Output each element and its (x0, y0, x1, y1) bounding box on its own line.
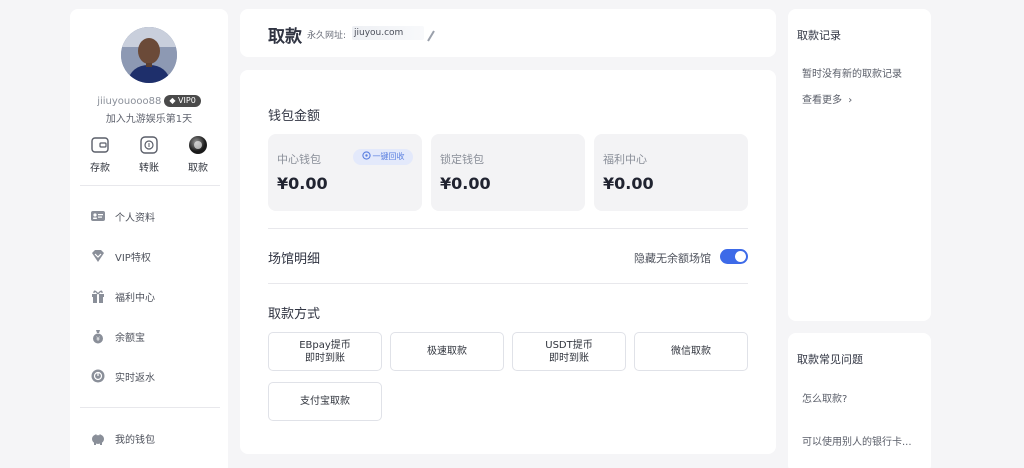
id-card-icon (90, 208, 106, 224)
method-label: USDT提币 (545, 339, 593, 351)
withdraw-faq-panel: 取款常见问题 怎么取款? 可以使用别人的银行卡... (788, 333, 931, 468)
quick-action-transfer[interactable]: 转账 (129, 135, 169, 174)
venue-section-title: 场馆明细 (268, 252, 321, 267)
withdraw-records-panel: 取款记录 暂时没有新的取款记录 查看更多 › (788, 9, 931, 321)
wallet-name: 福利中心 (603, 153, 647, 166)
permanent-url[interactable]: jiuyou.com (352, 26, 424, 40)
sidebar-item-my-wallet[interactable]: 我的钱包 (90, 428, 210, 448)
rebate-icon (90, 368, 106, 384)
wallet-name: 锁定钱包 (440, 153, 484, 166)
piggy-bank-icon (90, 430, 106, 446)
sidebar-item-label: VIP特权 (115, 253, 151, 264)
hide-empty-venues-label: 隐藏无余额场馆 (634, 252, 711, 265)
sidebar-item-welfare[interactable]: 福利中心 (90, 286, 210, 306)
wallet-card-center: 中心钱包 一键回收 ¥0.00 (268, 134, 422, 211)
withdraw-icon (188, 135, 208, 155)
username: jiiuyouooo88 (97, 96, 162, 107)
sidebar-item-label: 个人资料 (115, 213, 155, 224)
sidebar-item-label: 实时返水 (115, 373, 155, 384)
wallet-amount: ¥0.00 (277, 174, 328, 193)
money-bag-icon: ¥ (90, 328, 106, 344)
vip-level: VIP0 (178, 96, 196, 105)
vip-heart-icon (90, 248, 106, 264)
method-sublabel: 即时到账 (549, 352, 589, 364)
method-label: 微信取款 (671, 346, 711, 357)
wallet-section-title: 钱包金额 (268, 109, 321, 124)
join-days-text: 加入九游娱乐第1天 (105, 114, 193, 125)
user-avatar[interactable] (121, 27, 177, 83)
quick-action-label: 取款 (188, 163, 208, 174)
one-click-recall-button[interactable]: 一键回收 (353, 149, 413, 165)
method-express-button[interactable]: 极速取款 (390, 332, 504, 371)
sidebar-divider (80, 407, 220, 408)
quick-action-label: 转账 (139, 163, 159, 174)
withdraw-main-panel: 钱包金额 中心钱包 一键回收 ¥0.00 锁定钱包 ¥0.00 福利中心 ¥0.… (240, 70, 776, 454)
hide-empty-venues-toggle[interactable] (720, 249, 748, 264)
section-divider (268, 228, 748, 229)
vip-badge[interactable]: ◆ VIP0 (164, 95, 201, 107)
sidebar-item-label: 我的钱包 (115, 435, 155, 446)
view-more-label: 查看更多 (802, 95, 842, 106)
method-alipay-button[interactable]: 支付宝取款 (268, 382, 382, 421)
toggle-knob (735, 251, 746, 262)
faq-question[interactable]: 可以使用别人的银行卡... (802, 433, 912, 448)
wallet-amount: ¥0.00 (440, 174, 491, 193)
faq-title: 取款常见问题 (797, 353, 863, 366)
method-wechat-button[interactable]: 微信取款 (634, 332, 748, 371)
recall-label: 一键回收 (372, 152, 405, 161)
username-row: jiiuyouooo88 ◆ VIP0 (70, 95, 228, 107)
wallet-name: 中心钱包 (277, 153, 321, 166)
svg-text:¥: ¥ (96, 336, 100, 343)
pen-icon (426, 27, 436, 42)
page-title: 取款 (268, 27, 302, 47)
method-usdt-button[interactable]: USDT提币 即时到账 (512, 332, 626, 371)
method-label: 极速取款 (427, 346, 467, 357)
records-title: 取款记录 (797, 29, 841, 42)
wallet-amount: ¥0.00 (603, 174, 654, 193)
records-empty-text: 暂时没有新的取款记录 (802, 69, 902, 80)
sidebar-item-label: 余额宝 (115, 333, 145, 344)
sidebar-item-label: 福利中心 (115, 293, 155, 304)
method-ebpay-button[interactable]: EBpay提币 即时到账 (268, 332, 382, 371)
methods-section-title: 取款方式 (268, 307, 321, 322)
section-divider (268, 283, 748, 284)
view-more-link[interactable]: 查看更多 › (802, 91, 852, 106)
quick-action-label: 存款 (90, 163, 110, 174)
sidebar-item-rebate[interactable]: 实时返水 (90, 366, 210, 386)
transfer-icon (139, 135, 159, 155)
sidebar-item-balance-treasure[interactable]: ¥ 余额宝 (90, 326, 210, 346)
sidebar-item-vip[interactable]: VIP特权 (90, 246, 210, 266)
wallet-card-locked: 锁定钱包 ¥0.00 (431, 134, 585, 211)
method-sublabel: 即时到账 (305, 352, 345, 364)
quick-action-withdraw[interactable]: 取款 (178, 135, 218, 174)
quick-action-deposit[interactable]: 存款 (80, 135, 120, 174)
recall-icon (361, 150, 371, 160)
wallet-card-welfare: 福利中心 ¥0.00 (594, 134, 748, 211)
gift-icon (90, 288, 106, 304)
permanent-url-label: 永久网址: (307, 31, 347, 41)
sidebar-divider (80, 185, 220, 186)
wallet-icon (90, 135, 110, 155)
method-label: 支付宝取款 (300, 396, 350, 407)
sidebar-item-profile[interactable]: 个人资料 (90, 206, 210, 226)
diamond-icon: ◆ (169, 96, 176, 105)
page-header: 取款 永久网址: jiuyou.com (240, 9, 776, 57)
faq-question[interactable]: 怎么取款? (802, 390, 847, 405)
method-label: EBpay提币 (299, 339, 351, 351)
user-sidebar: jiiuyouooo88 ◆ VIP0 加入九游娱乐第1天 存款 转账 取款 个人… (70, 9, 228, 468)
chevron-right-icon: › (848, 95, 853, 106)
